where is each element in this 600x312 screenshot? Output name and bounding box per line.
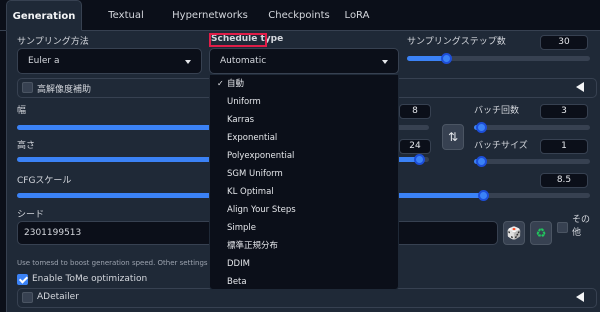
chevron-down-icon	[185, 60, 191, 64]
expand-triangle-icon[interactable]	[576, 82, 584, 92]
extra-checkbox[interactable]	[557, 222, 568, 233]
tab-lora[interactable]: LoRA	[338, 0, 376, 31]
expand-triangle-icon[interactable]	[576, 292, 584, 302]
swap-dimensions-icon[interactable]: ⇅	[442, 124, 464, 150]
schedule-type-value: Automatic	[220, 56, 267, 66]
batch-count-slider[interactable]	[474, 122, 590, 133]
highlight-box	[209, 33, 267, 47]
adetailer-label: ADetailer	[37, 292, 79, 302]
seed-label: シード	[17, 210, 45, 220]
sampler-label: サンプリング方法	[17, 37, 89, 47]
batch-count-input[interactable]: 3	[540, 104, 588, 119]
dropdown-option[interactable]: SGM Uniform	[210, 165, 398, 183]
dropdown-option[interactable]: Exponential	[210, 129, 398, 147]
tome-hint: Use tomesd to boost generation speed. Ot…	[17, 259, 235, 267]
dropdown-option[interactable]: Karras	[210, 111, 398, 129]
dropdown-option[interactable]: ✓ 自動	[210, 75, 398, 93]
steps-input[interactable]: 30	[540, 35, 588, 50]
batch-size-slider[interactable]	[474, 156, 590, 167]
recycle-icon[interactable]: ♻	[530, 221, 552, 245]
tab-hypernetworks[interactable]: Hypernetworks	[170, 0, 250, 31]
dice-icon[interactable]: 🎲	[503, 221, 525, 245]
dropdown-option[interactable]: Polyexponential	[210, 147, 398, 165]
schedule-type-select[interactable]: Automatic	[209, 48, 399, 74]
height-label: 高さ	[17, 141, 36, 151]
schedule-type-dropdown: ✓ 自動 Uniform Karras Exponential Polyexpon…	[209, 74, 399, 290]
steps-label: サンプリングステップ数	[407, 37, 506, 47]
width-input[interactable]: 8	[399, 104, 431, 119]
dropdown-option[interactable]: Uniform	[210, 93, 398, 111]
batch-size-input[interactable]: 1	[540, 139, 588, 154]
height-input[interactable]: 24	[399, 139, 431, 154]
check-icon: ✓	[217, 79, 224, 88]
tome-label: Enable ToMe optimization	[32, 274, 148, 284]
width-label: 幅	[17, 106, 27, 116]
tome-checkbox[interactable]	[17, 274, 28, 285]
dropdown-option[interactable]: DDIM	[210, 255, 398, 273]
extra-label-line2: 他	[572, 228, 582, 238]
tab-checkpoints[interactable]: Checkpoints	[262, 0, 336, 31]
tab-bar: Generation Textual Inversion Hypernetwor…	[0, 0, 600, 52]
hires-label: 高解像度補助	[37, 85, 92, 95]
extra-label-line1: その	[572, 215, 591, 225]
dropdown-option[interactable]: Align Your Steps	[210, 201, 398, 219]
hires-checkbox[interactable]	[22, 82, 33, 93]
dropdown-option[interactable]: Beta	[210, 273, 398, 289]
sampler-value: Euler a	[28, 56, 60, 66]
tab-textual-inversion[interactable]: Textual Inversion	[84, 0, 168, 52]
cfg-label: CFGスケール	[17, 176, 72, 186]
batch-size-label: バッチサイズ	[474, 141, 528, 151]
adetailer-accordion[interactable]	[17, 288, 597, 308]
adetailer-checkbox[interactable]	[22, 292, 33, 303]
dropdown-option[interactable]: KL Optimal	[210, 183, 398, 201]
steps-slider[interactable]	[407, 53, 590, 64]
dropdown-option[interactable]: Simple	[210, 219, 398, 237]
cfg-input[interactable]: 8.5	[540, 173, 588, 188]
tab-generation[interactable]: Generation	[6, 0, 82, 31]
dropdown-option[interactable]: 標準正規分布	[210, 237, 398, 255]
batch-count-label: バッチ回数	[474, 106, 520, 116]
chevron-down-icon	[382, 60, 388, 64]
sampler-select[interactable]: Euler a	[17, 48, 202, 74]
